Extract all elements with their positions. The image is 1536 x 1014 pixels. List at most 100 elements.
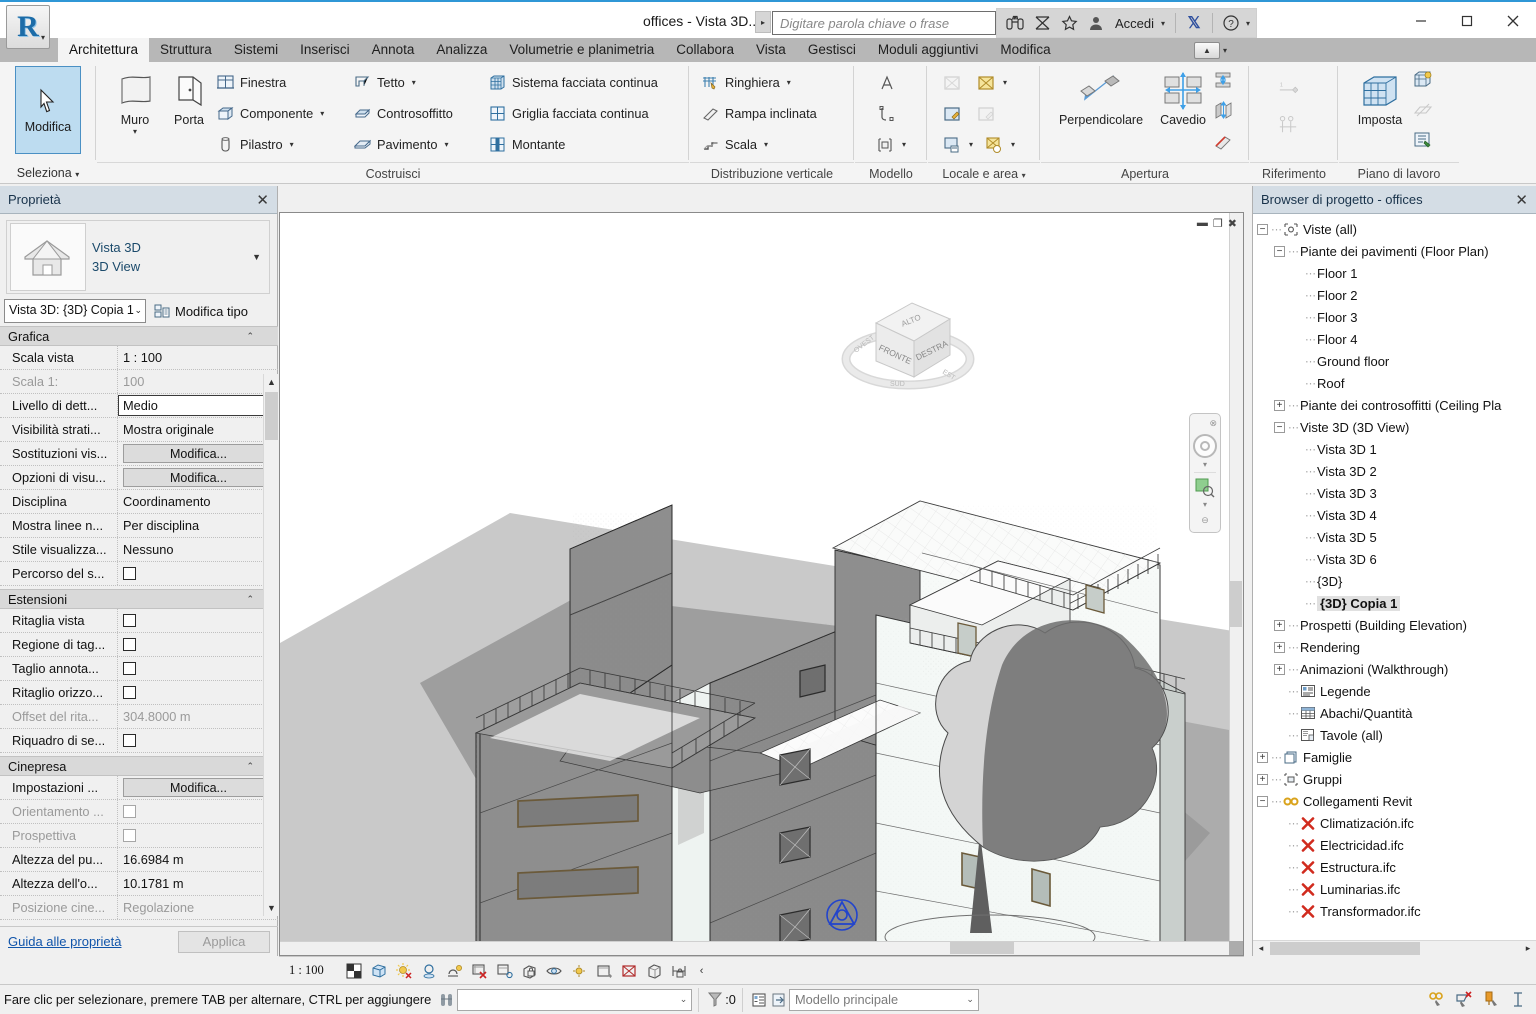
modify-button[interactable]: Modifica	[15, 66, 81, 154]
browser-item[interactable]: + ⋯ Animazioni (Walkthrough)	[1253, 658, 1536, 680]
property-row[interactable]: Impostazioni ... Modifica...	[0, 776, 278, 800]
property-checkbox[interactable]	[123, 805, 136, 818]
browser-item[interactable]: − ⋯ Collegamenti Revit	[1253, 790, 1536, 812]
select-links-icon[interactable]	[1427, 990, 1447, 1010]
detail-level-icon[interactable]	[346, 962, 363, 979]
property-edit-button[interactable]: Modifica...	[123, 778, 274, 797]
view-restore-button[interactable]: ❐	[1213, 217, 1223, 230]
title-dropdown-button[interactable]: ▸	[755, 11, 771, 33]
chevron-down-icon[interactable]: ⌄	[680, 994, 688, 1005]
browser-item[interactable]: ⋯ Estructura.ifc	[1253, 856, 1536, 878]
collapse-chevron-icon[interactable]: ⌃	[246, 594, 254, 605]
collapse-icon[interactable]: −	[1257, 223, 1268, 235]
scroll-right-arrow[interactable]: ▸	[1520, 941, 1536, 957]
curtain-grid-button[interactable]: Griglia facciata continua	[487, 99, 649, 128]
browser-item[interactable]: ⋯ Electricidad.ifc	[1253, 834, 1536, 856]
property-checkbox[interactable]	[123, 638, 136, 651]
tab-collabora[interactable]: Collabora	[665, 38, 745, 62]
type-selector-combo[interactable]: Vista 3D: {3D} Copia 1 ⌄	[4, 299, 146, 323]
dormer-opening-button[interactable]	[1213, 125, 1233, 154]
sun-path-icon[interactable]	[396, 962, 413, 979]
browser-tree[interactable]: − ⋯ Viste (all) − ⋯ Piante dei pavimenti (Flo…	[1253, 214, 1536, 930]
tab-modifica[interactable]: Modifica	[989, 38, 1061, 62]
browser-item[interactable]: ⋯ Vista 3D 6	[1253, 548, 1536, 570]
collapse-chevron-icon[interactable]: ⌃	[246, 761, 254, 772]
filter-icon[interactable]	[705, 990, 725, 1010]
lock-3d-view-icon[interactable]	[521, 962, 538, 979]
tab-vista[interactable]: Vista	[745, 38, 797, 62]
browser-item[interactable]: ⋯ Legende	[1253, 680, 1536, 702]
floor-button[interactable]: Pavimento ▾	[352, 130, 448, 159]
temporary-hide-isolate-icon[interactable]	[546, 962, 563, 979]
scroll-left-arrow[interactable]: ◂	[1253, 941, 1269, 957]
tab-analizza[interactable]: Analizza	[425, 38, 498, 62]
browser-item[interactable]: ⋯ Floor 3	[1253, 306, 1536, 328]
visual-style-icon[interactable]	[371, 962, 388, 979]
view-scale-label[interactable]: 1 : 100	[289, 963, 324, 978]
collapse-icon[interactable]: −	[1274, 245, 1285, 257]
navigation-bar[interactable]: ⊗ ▾ ▾ ⊖	[1189, 413, 1221, 533]
steering-wheel-icon[interactable]	[1193, 434, 1217, 458]
browser-item[interactable]: ⋯ Vista 3D 5	[1253, 526, 1536, 548]
temporary-view-properties-icon[interactable]	[596, 962, 613, 979]
application-menu-button[interactable]: R ▾	[6, 5, 50, 49]
property-row[interactable]: Mostra linee n... Per disciplina	[0, 514, 278, 538]
property-value[interactable]: Coordinamento	[118, 490, 278, 513]
browser-item[interactable]: ⋯ Abachi/Quantità	[1253, 702, 1536, 724]
expand-icon[interactable]: +	[1257, 751, 1268, 763]
scroll-down-arrow[interactable]: ▼	[264, 900, 279, 916]
browser-item[interactable]: − ⋯ Piante dei pavimenti (Floor Plan)	[1253, 240, 1536, 262]
railing-button[interactable]: Ringhiera ▾	[700, 68, 791, 97]
property-value[interactable]: 1 : 100	[118, 346, 278, 369]
area-tag-button[interactable]	[976, 99, 996, 128]
browser-item[interactable]: + ⋯ Piante dei controsoffitti (Ceiling Pla	[1253, 394, 1536, 416]
browser-item[interactable]: + ⋯ Gruppi	[1253, 768, 1536, 790]
roof-button[interactable]: Tetto ▾	[352, 68, 416, 97]
worksets-combo[interactable]: Modello principale ⌄	[788, 988, 979, 1011]
browser-item[interactable]: − ⋯ Viste (all)	[1253, 218, 1536, 240]
ribbon-minimize-control[interactable]: ▲ ▾	[1194, 41, 1236, 59]
measure-icon[interactable]	[671, 962, 688, 979]
property-row[interactable]: Regione di tag...	[0, 633, 278, 657]
tab-moduli-aggiuntivi[interactable]: Moduli aggiuntivi	[867, 38, 990, 62]
property-checkbox[interactable]	[123, 567, 136, 580]
collapse-chevron-icon[interactable]: ⌃	[246, 331, 254, 342]
property-row[interactable]: Visibilità strati... Mostra originale	[0, 418, 278, 442]
chevron-down-icon[interactable]: ▾	[290, 140, 294, 149]
collapse-icon[interactable]: −	[1257, 795, 1268, 807]
property-value[interactable]: Medio	[118, 395, 274, 416]
browser-item[interactable]: − ⋯ Viste 3D (3D View)	[1253, 416, 1536, 438]
window-button[interactable]: Finestra	[215, 68, 286, 97]
close-button[interactable]	[1490, 2, 1536, 40]
chevron-down-icon[interactable]: ▾	[444, 140, 448, 149]
level-button[interactable]: 1	[1278, 74, 1298, 103]
chevron-down-icon[interactable]: ▾	[1203, 500, 1207, 509]
view-close-button[interactable]: ✖	[1228, 217, 1237, 230]
property-row[interactable]: Posizione cine... Regolazione	[0, 896, 278, 920]
chevron-down-icon[interactable]: ▾	[412, 78, 416, 87]
chevron-down-icon[interactable]: ▼	[252, 252, 261, 262]
model-text-button[interactable]	[877, 68, 897, 97]
binoculars-icon[interactable]	[1003, 11, 1027, 35]
property-row[interactable]: Percorso del s...	[0, 562, 278, 586]
browser-item[interactable]: ⋯ Luminarias.ifc	[1253, 878, 1536, 900]
help-icon[interactable]: ?	[1219, 11, 1243, 35]
set-workplane-button[interactable]: Imposta	[1349, 67, 1411, 128]
quick-search-input[interactable]: Digitare parola chiave o frase	[772, 11, 996, 35]
chevron-down-icon[interactable]: ▾	[320, 109, 324, 118]
property-row[interactable]: Altezza dell'o... 10.1781 m	[0, 872, 278, 896]
property-row[interactable]: Opzioni di visu... Modifica...	[0, 466, 278, 490]
room-separator-button[interactable]: ▾	[942, 130, 973, 159]
property-value[interactable]	[118, 562, 278, 585]
worksets-icon[interactable]	[749, 990, 769, 1010]
mullion-button[interactable]: Montante	[487, 130, 565, 159]
browser-item[interactable]: ⋯ Vista 3D 1	[1253, 438, 1536, 460]
viewcube[interactable]: OVEST SUD EST ALTO FRONTE DESTRA	[838, 285, 988, 405]
select-pinned-icon[interactable]	[1481, 990, 1501, 1010]
close-icon[interactable]: ✕	[1515, 191, 1528, 209]
browser-item[interactable]: + ⋯ Prospetti (Building Elevation)	[1253, 614, 1536, 636]
by-face-opening-button[interactable]: Perpendicolare	[1053, 67, 1149, 128]
ceiling-button[interactable]: Controsoffitto	[352, 99, 453, 128]
room-button[interactable]	[942, 68, 962, 97]
property-value[interactable]	[118, 633, 278, 656]
